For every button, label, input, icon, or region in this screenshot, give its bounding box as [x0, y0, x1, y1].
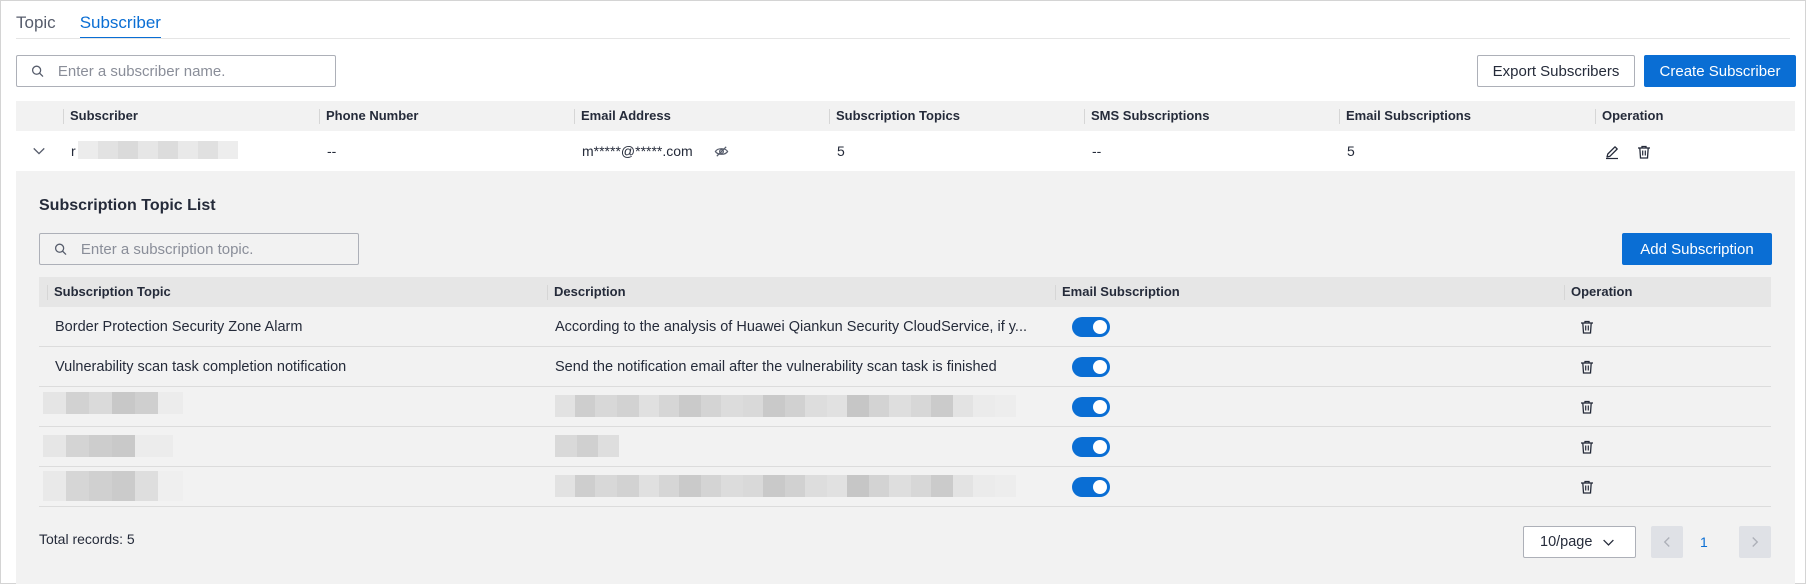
page-number[interactable]: 1	[1700, 526, 1708, 558]
trash-icon[interactable]	[1579, 439, 1595, 455]
subscription-topics-count: 5	[837, 143, 845, 159]
add-subscription-button[interactable]: Add Subscription	[1622, 233, 1772, 265]
header-subscriber: Subscriber	[63, 101, 138, 131]
trash-icon[interactable]	[1579, 399, 1595, 415]
tab-bar: Topic Subscriber	[16, 9, 185, 39]
topic-description: Send the notification email after the vu…	[555, 359, 997, 375]
header-subscription-topic: Subscription Topic	[47, 277, 171, 307]
redacted-description	[555, 475, 1040, 497]
redacted-description	[555, 395, 1040, 417]
chevron-down-icon[interactable]	[32, 144, 46, 158]
header-topics: Subscription Topics	[829, 101, 960, 131]
topic-name: Vulnerability scan task completion notif…	[55, 359, 347, 375]
header-topic-operation: Operation	[1564, 277, 1632, 307]
redacted-topic	[43, 435, 173, 457]
prev-page-button[interactable]	[1651, 526, 1683, 558]
tab-divider	[16, 38, 1790, 39]
email-subscription-toggle[interactable]	[1072, 477, 1110, 497]
trash-icon[interactable]	[1636, 144, 1652, 160]
subscriber-search-input[interactable]	[55, 61, 335, 81]
topic-table-header: Subscription Topic Description Email Sub…	[39, 277, 1771, 307]
chevron-left-icon	[1663, 537, 1670, 547]
eye-slash-icon[interactable]	[714, 144, 729, 159]
trash-icon[interactable]	[1579, 479, 1595, 495]
header-sms: SMS Subscriptions	[1084, 101, 1209, 131]
panel-title: Subscription Topic List	[39, 197, 216, 214]
redacted-subscriber-name	[78, 141, 238, 159]
header-description: Description	[547, 277, 626, 307]
tab-subscriber[interactable]: Subscriber	[79, 9, 161, 39]
sms-subscriptions: --	[1092, 143, 1102, 159]
trash-icon[interactable]	[1579, 359, 1595, 375]
email-subscription-toggle[interactable]	[1072, 397, 1110, 417]
header-email-subscription: Email Subscription	[1055, 277, 1180, 307]
header-operation: Operation	[1595, 101, 1663, 131]
next-page-button[interactable]	[1739, 526, 1771, 558]
subscriber-page: Topic Subscriber Export Subscribers Crea…	[0, 0, 1806, 584]
page-size-select[interactable]: 10/page	[1523, 526, 1636, 558]
topic-search-input[interactable]	[78, 239, 358, 259]
tab-topic[interactable]: Topic	[16, 9, 56, 39]
redacted-description	[555, 435, 619, 457]
subscriber-name: r	[71, 143, 76, 159]
header-email: Email Address	[574, 101, 671, 131]
phone-number: --	[327, 143, 337, 159]
email-subscription-toggle[interactable]	[1072, 317, 1110, 337]
subscriber-table-header: Subscriber Phone Number Email Address Su…	[16, 101, 1795, 131]
search-icon	[54, 243, 67, 255]
page-size-label: 10/page	[1540, 534, 1593, 550]
email-address: m*****@*****.com	[582, 143, 693, 159]
topic-description: According to the analysis of Huawei Qian…	[555, 319, 1028, 335]
search-icon	[31, 65, 44, 77]
header-email-subscriptions: Email Subscriptions	[1339, 101, 1471, 131]
topic-row: Border Protection Security Zone Alarm Ac…	[39, 307, 1771, 347]
subscriber-search[interactable]	[16, 55, 336, 87]
topic-row	[39, 387, 1771, 427]
topic-row	[39, 427, 1771, 467]
email-subscription-toggle[interactable]	[1072, 437, 1110, 457]
export-subscribers-button[interactable]: Export Subscribers	[1477, 55, 1635, 87]
topic-name: Border Protection Security Zone Alarm	[55, 319, 303, 335]
trash-icon[interactable]	[1579, 319, 1595, 335]
header-phone: Phone Number	[319, 101, 418, 131]
subscriber-row: r -- m*****@*****.com 5 -- 5	[16, 131, 1795, 171]
topic-row: Vulnerability scan task completion notif…	[39, 347, 1771, 387]
topic-search[interactable]	[39, 233, 359, 265]
edit-icon[interactable]	[1604, 144, 1620, 160]
redacted-topic	[43, 392, 183, 414]
email-subscriptions-count: 5	[1347, 143, 1355, 159]
redacted-topic	[43, 471, 183, 501]
total-records: Total records: 5	[39, 531, 135, 547]
create-subscriber-button[interactable]: Create Subscriber	[1644, 55, 1796, 87]
email-subscription-toggle[interactable]	[1072, 357, 1110, 377]
subscription-topic-panel: Subscription Topic List Add Subscription…	[16, 171, 1795, 584]
chevron-right-icon	[1752, 537, 1759, 547]
chevron-down-icon	[1603, 539, 1615, 546]
topic-row	[39, 467, 1771, 507]
